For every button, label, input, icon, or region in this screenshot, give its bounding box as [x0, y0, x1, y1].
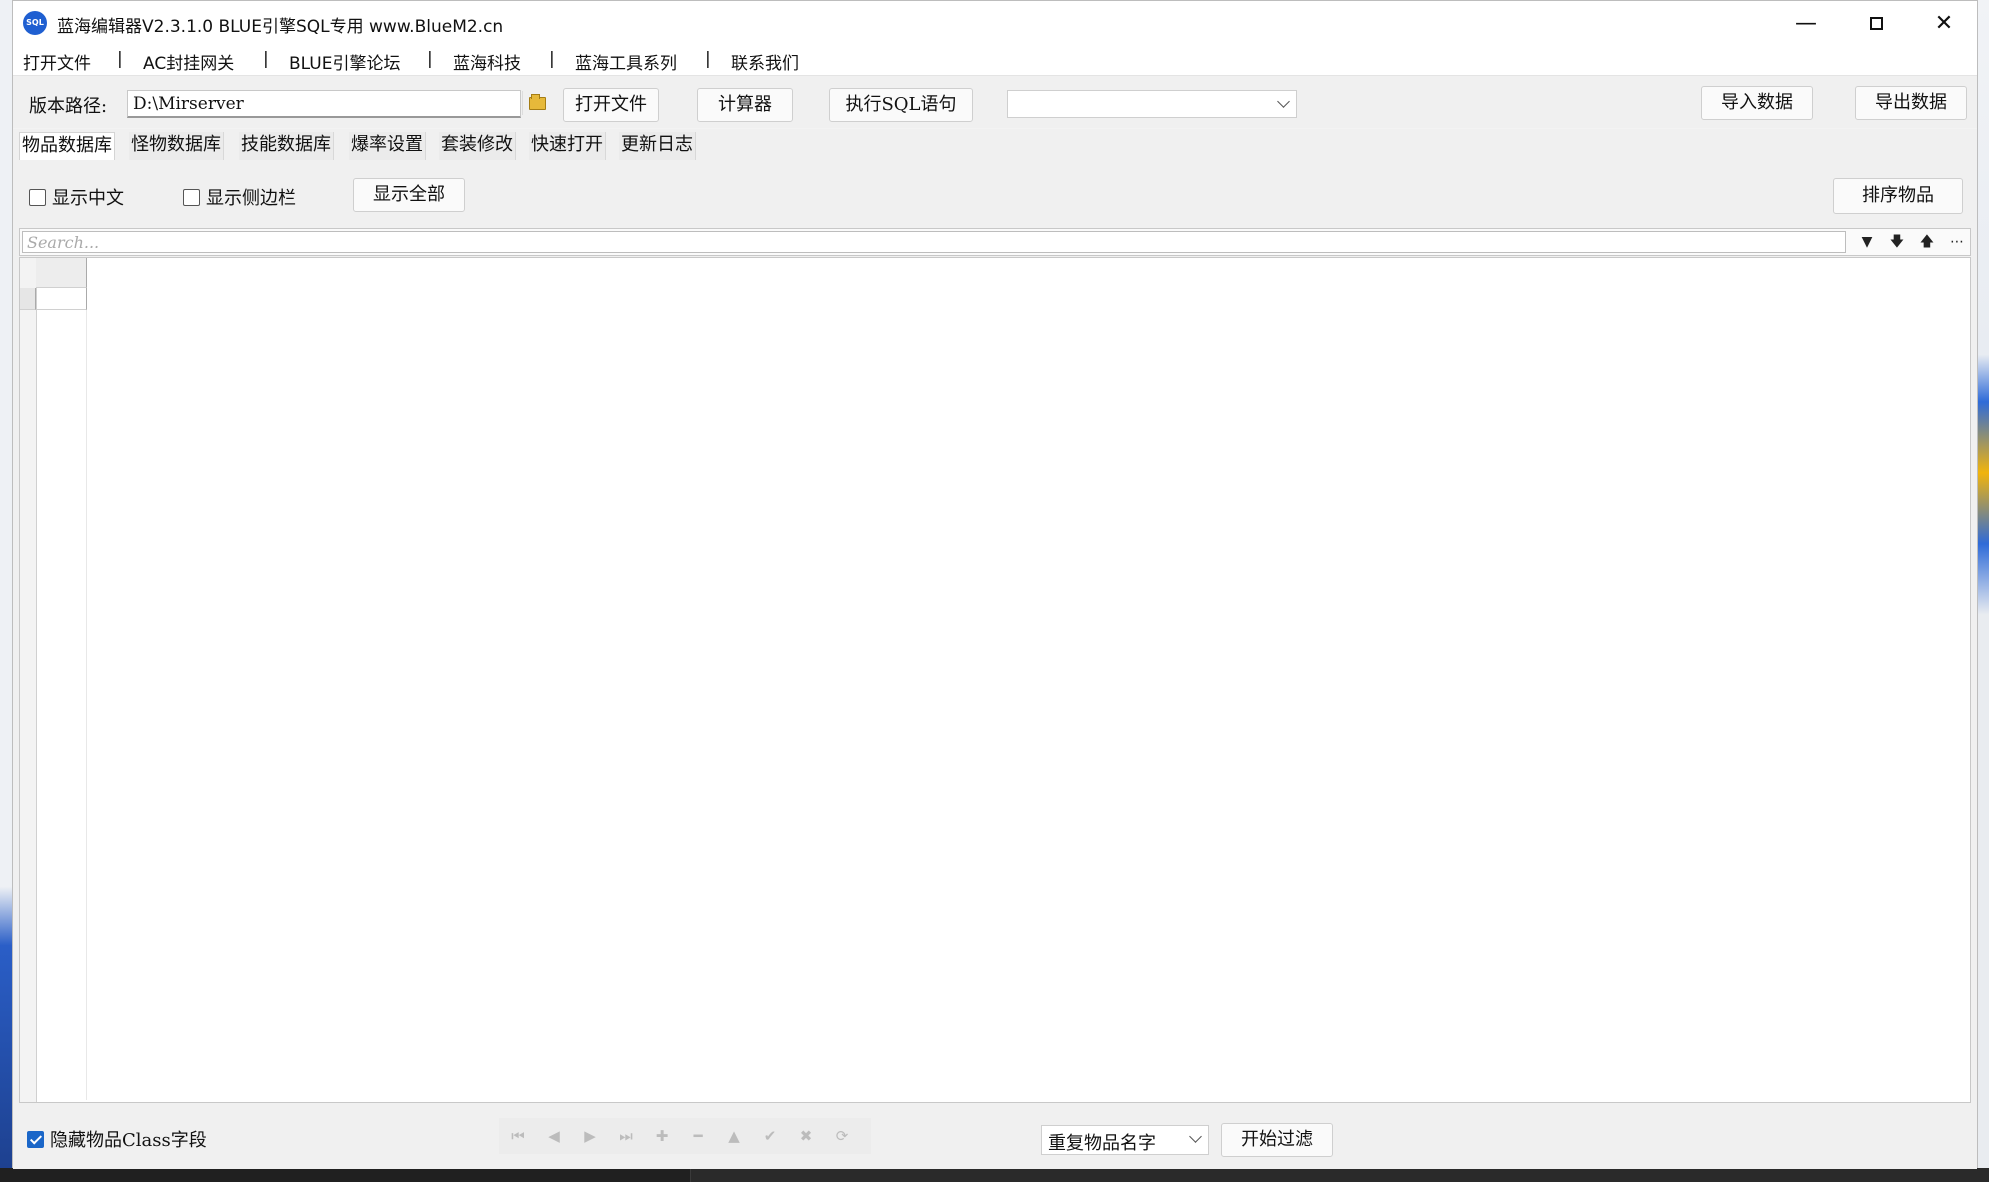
sort-desc-icon[interactable]: 🡇: [1886, 232, 1908, 252]
more-icon[interactable]: ⋯: [1946, 232, 1968, 252]
sql-statement-combo[interactable]: [1007, 90, 1297, 118]
last-record-icon[interactable]: ⏭: [613, 1124, 639, 1148]
path-value: D:\Mirserver: [133, 94, 244, 114]
toolbar: 版本路径: D:\Mirserver 打开文件 计算器 执行SQL语句 导入数据…: [13, 76, 1977, 128]
chevron-down-icon: [1189, 1130, 1202, 1143]
search-bar: ▼ 🡇 🡅 ⋯: [19, 228, 1971, 256]
export-data-button[interactable]: 导出数据: [1855, 86, 1967, 120]
browse-folder-button[interactable]: [522, 91, 551, 115]
filter-icon[interactable]: ▼: [1856, 232, 1878, 252]
menu-separator: |: [427, 49, 433, 69]
folder-icon: [528, 93, 546, 110]
exec-sql-button[interactable]: 执行SQL语句: [829, 88, 973, 122]
hide-class-checkbox[interactable]: 隐藏物品Class字段: [27, 1127, 207, 1151]
show-sidebar-label: 显示侧边栏: [206, 188, 296, 209]
close-button[interactable]: ✕: [1909, 1, 1979, 45]
app-window: SQL 蓝海编辑器V2.3.1.0 BLUE引擎SQL专用 www.BlueM2…: [12, 0, 1978, 1169]
minimize-button[interactable]: —: [1771, 1, 1841, 45]
post-icon[interactable]: ✔: [757, 1124, 783, 1148]
refresh-icon[interactable]: ⟳: [829, 1124, 855, 1148]
row-indicator-column: [20, 258, 37, 1102]
tab-set-edit[interactable]: 套装修改: [439, 132, 516, 160]
show-chinese-checkbox[interactable]: 显示中文: [29, 185, 124, 209]
open-file-button[interactable]: 打开文件: [563, 88, 659, 122]
menu-separator: |: [549, 49, 555, 69]
menu-blue-forum[interactable]: BLUE引擎论坛: [289, 49, 400, 74]
tab-drop-rate[interactable]: 爆率设置: [349, 132, 426, 160]
menu-lanhai-tech[interactable]: 蓝海科技: [453, 49, 521, 74]
calculator-button[interactable]: 计算器: [697, 88, 793, 122]
sort-asc-icon[interactable]: 🡅: [1916, 232, 1938, 252]
path-label: 版本路径:: [29, 96, 108, 117]
grid-cell[interactable]: [36, 288, 87, 310]
tab-skill-database[interactable]: 技能数据库: [239, 132, 334, 160]
sort-items-button[interactable]: 排序物品: [1833, 178, 1963, 214]
tab-monster-database[interactable]: 怪物数据库: [129, 132, 224, 160]
close-icon: ✕: [1934, 10, 1954, 36]
checkbox-box[interactable]: [27, 1130, 44, 1148]
desktop-background-right: [1978, 0, 1989, 1182]
search-input[interactable]: [22, 231, 1846, 253]
filter-mode-value: 重复物品名字: [1048, 1133, 1156, 1154]
tab-update-log[interactable]: 更新日志: [619, 132, 696, 160]
hide-class-label: 隐藏物品Class字段: [50, 1130, 207, 1151]
menu-open-file[interactable]: 打开文件: [23, 49, 91, 74]
minimize-icon: —: [1795, 10, 1817, 36]
chevron-down-icon: [1277, 95, 1290, 108]
taskbar-segment: [690, 1168, 1989, 1182]
checkbox-box[interactable]: [29, 188, 46, 206]
app-icon: SQL: [23, 11, 47, 35]
menu-contact-us[interactable]: 联系我们: [731, 49, 799, 74]
insert-icon[interactable]: ✚: [649, 1124, 675, 1148]
menu-separator: |: [705, 49, 711, 69]
menu-tools-series[interactable]: 蓝海工具系列: [575, 49, 677, 74]
taskbar: [0, 1168, 1989, 1182]
maximize-button[interactable]: [1841, 1, 1911, 45]
row-indicator[interactable]: [20, 288, 36, 310]
edit-icon[interactable]: ▲: [721, 1124, 747, 1148]
menu-bar: 打开文件 | AC封挂网关 | BLUE引擎论坛 | 蓝海科技 | 蓝海工具系列…: [13, 45, 1977, 76]
cancel-icon[interactable]: ✖: [793, 1124, 819, 1148]
checkbox-box[interactable]: [183, 188, 200, 206]
path-input[interactable]: D:\Mirserver: [127, 90, 546, 118]
items-grid[interactable]: [19, 257, 1971, 1103]
show-chinese-label: 显示中文: [52, 188, 124, 209]
prior-record-icon[interactable]: ◀: [541, 1124, 567, 1148]
column-divider: [86, 310, 87, 1100]
show-sidebar-checkbox[interactable]: 显示侧边栏: [183, 185, 296, 209]
grid-header-corner[interactable]: [36, 258, 87, 288]
record-navigator: ⏮ ◀ ▶ ⏭ ✚ ━ ▲ ✔ ✖ ⟳: [499, 1118, 871, 1154]
items-panel: 显示中文 显示侧边栏 显示全部 排序物品 ▼ 🡇 🡅 ⋯ 隐藏物品Class字段: [13, 161, 1977, 1169]
show-all-button[interactable]: 显示全部: [353, 178, 465, 212]
menu-separator: |: [263, 49, 269, 69]
menu-ac-gateway[interactable]: AC封挂网关: [143, 49, 234, 74]
maximize-icon: [1869, 16, 1883, 30]
title-bar[interactable]: SQL 蓝海编辑器V2.3.1.0 BLUE引擎SQL专用 www.BlueM2…: [13, 1, 1977, 45]
window-title: 蓝海编辑器V2.3.1.0 BLUE引擎SQL专用 www.BlueM2.cn: [57, 17, 504, 37]
start-filter-button[interactable]: 开始过滤: [1221, 1123, 1333, 1157]
tab-quick-open[interactable]: 快速打开: [529, 132, 606, 160]
filter-mode-combo[interactable]: 重复物品名字: [1041, 1125, 1209, 1155]
tab-item-database[interactable]: 物品数据库: [19, 132, 115, 160]
desktop-background-left: [0, 0, 12, 1182]
first-record-icon[interactable]: ⏮: [505, 1124, 531, 1148]
delete-icon[interactable]: ━: [685, 1124, 711, 1148]
import-data-button[interactable]: 导入数据: [1701, 86, 1813, 120]
next-record-icon[interactable]: ▶: [577, 1124, 603, 1148]
menu-separator: |: [117, 49, 123, 69]
tab-strip: 物品数据库 怪物数据库 技能数据库 爆率设置 套装修改 快速打开 更新日志: [13, 129, 1977, 162]
